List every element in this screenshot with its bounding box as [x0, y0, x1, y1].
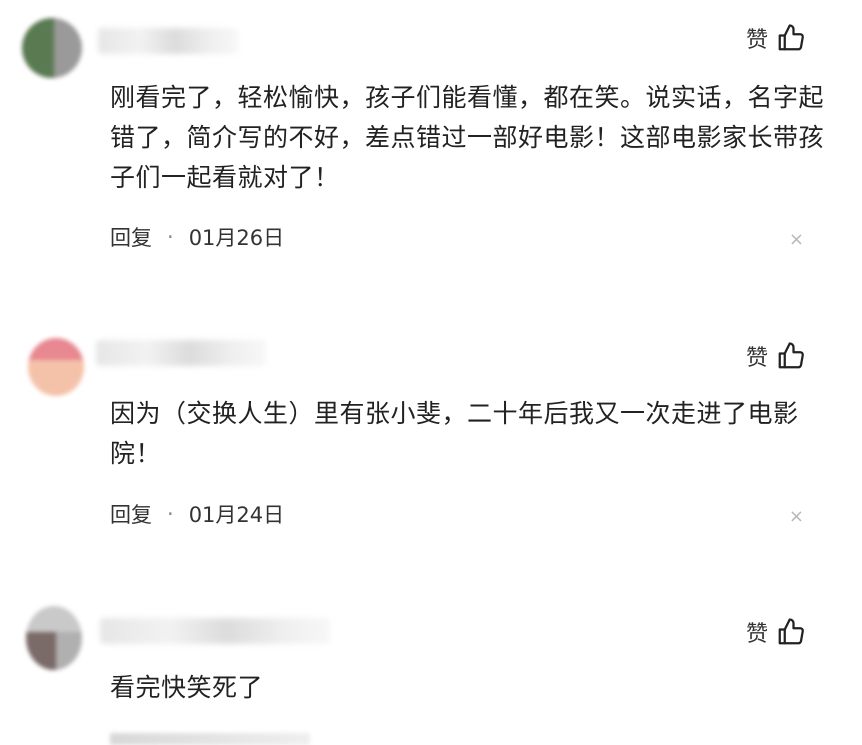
- avatar[interactable]: [22, 18, 82, 78]
- meta-separator: ·: [167, 225, 174, 249]
- comment-text: 看完快笑死了: [110, 673, 264, 702]
- comment-date: 01月24日: [188, 503, 285, 527]
- avatar[interactable]: [28, 338, 84, 396]
- meta-separator: ·: [167, 502, 174, 526]
- cut-off-meta-row: [110, 733, 310, 745]
- reply-button[interactable]: 回复: [110, 499, 152, 529]
- thumbs-up-icon: [778, 342, 804, 369]
- thumbs-up-icon: [778, 618, 804, 645]
- username-blurred: [100, 618, 330, 644]
- like-label: 赞: [745, 28, 768, 53]
- reply-button[interactable]: 回复: [110, 222, 152, 252]
- like-button[interactable]: 赞: [746, 616, 806, 648]
- username-blurred: [98, 28, 238, 54]
- like-label: 赞: [745, 346, 768, 371]
- like-button[interactable]: 赞: [746, 340, 806, 372]
- comment-text: 刚看完了，轻松愉快，孩子们能看懂，都在笑。说实话，名字起错了，简介写的不好，差点…: [110, 83, 825, 192]
- thumbs-up-icon: [778, 24, 804, 51]
- comment-meta: 回复 · 01月24日: [110, 499, 284, 529]
- avatar[interactable]: [26, 606, 82, 670]
- close-icon[interactable]: ×: [789, 506, 804, 527]
- comment-meta: 回复 · 01月26日: [110, 222, 284, 252]
- comment-text: 因为（交换人生）里有张小斐，二十年后我又一次走进了电影院！: [110, 399, 799, 468]
- like-button[interactable]: 赞: [746, 22, 806, 54]
- close-icon[interactable]: ×: [789, 229, 804, 250]
- comment-date: 01月26日: [188, 226, 285, 250]
- username-blurred: [96, 340, 266, 366]
- like-label: 赞: [745, 622, 768, 647]
